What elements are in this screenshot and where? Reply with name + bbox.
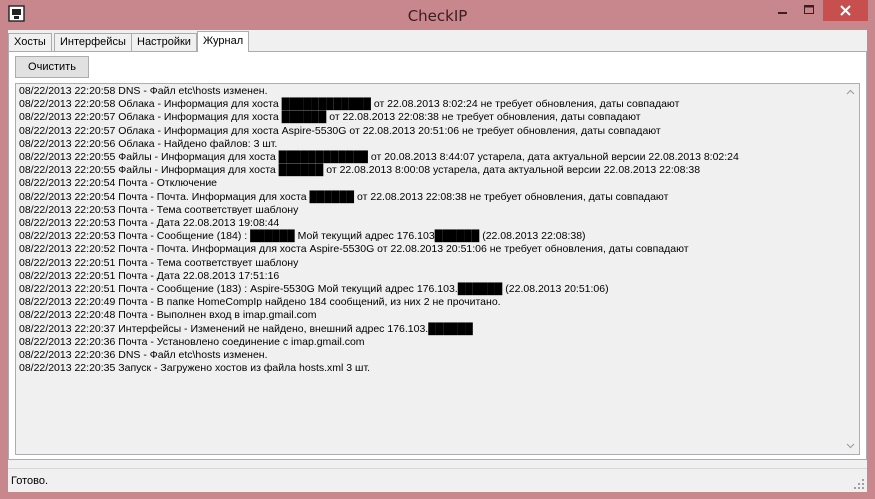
main-window: Хосты Интерфейсы Настройки Журнал Очисти… — [8, 30, 867, 492]
log-line: 08/22/2013 22:20:51 Почта - Сообщение (1… — [19, 283, 609, 296]
tab-interfaces[interactable]: Интерфейсы — [54, 33, 132, 51]
log-line: 08/22/2013 22:20:36 Почта - Установлено … — [19, 335, 365, 348]
title-bar[interactable]: CheckIP — [0, 0, 875, 30]
log-line: 08/22/2013 22:20:54 Почта - Отключение — [19, 177, 218, 190]
log-line: 08/22/2013 22:20:52 Почта - Почта. Инфор… — [19, 243, 689, 256]
chevron-down-icon — [846, 443, 855, 449]
maximize-button[interactable] — [796, 0, 822, 21]
scroll-up-button[interactable] — [842, 84, 859, 101]
log-line: 08/22/2013 22:20:56 Облака - Найдено фай… — [19, 137, 278, 150]
log-line: 08/22/2013 22:20:37 Интерфейсы - Изменен… — [19, 322, 473, 335]
tab-journal[interactable]: Журнал — [197, 31, 250, 52]
log-line: 08/22/2013 22:20:57 Облака - Информация … — [19, 111, 641, 124]
tab-settings[interactable]: Настройки — [131, 33, 197, 51]
log-line: 08/22/2013 22:20:49 Почта - В папке Home… — [19, 296, 501, 309]
log-lines: 08/22/2013 22:20:58 DNS - Файл etc\hosts… — [19, 85, 841, 375]
clear-button[interactable]: Очистить — [15, 56, 89, 78]
log-line: 08/22/2013 22:20:55 Файлы - Информация д… — [19, 151, 739, 164]
vertical-scrollbar[interactable] — [842, 84, 859, 454]
status-text: Готово. — [11, 475, 49, 487]
maximize-icon — [804, 5, 814, 14]
log-line: 08/22/2013 22:20:53 Почта - Сообщение (1… — [19, 230, 586, 243]
log-line: 08/22/2013 22:20:35 Запуск - Загружено х… — [19, 362, 371, 375]
log-line: 08/22/2013 22:20:55 Файлы - Информация д… — [19, 164, 701, 177]
log-line: 08/22/2013 22:20:51 Почта - Тема соответ… — [19, 256, 299, 269]
scroll-down-button[interactable] — [842, 437, 859, 454]
chevron-up-icon — [846, 89, 855, 95]
minimize-button[interactable] — [769, 0, 796, 21]
log-line: 08/22/2013 22:20:58 Облака - Информация … — [19, 98, 680, 111]
tab-strip: Хосты Интерфейсы Настройки Журнал — [8, 30, 867, 52]
log-line: 08/22/2013 22:20:54 Почта - Почта. Инфор… — [19, 190, 669, 203]
journal-panel: Очистить 08/22/2013 22:20:58 DNS - Файл … — [8, 51, 867, 460]
log-textbox[interactable]: 08/22/2013 22:20:58 DNS - Файл etc\hosts… — [15, 83, 860, 455]
tab-hosts[interactable]: Хосты — [8, 33, 52, 51]
resize-grip-icon[interactable] — [853, 478, 865, 490]
log-line: 08/22/2013 22:20:58 DNS - Файл etc\hosts… — [19, 85, 268, 97]
close-icon — [840, 5, 851, 16]
window-title: CheckIP — [407, 7, 468, 25]
close-button[interactable] — [823, 0, 868, 21]
log-line: 08/22/2013 22:20:51 Почта - Дата 22.08.2… — [19, 269, 280, 282]
log-line: 08/22/2013 22:20:53 Почта - Тема соответ… — [19, 203, 299, 216]
log-line: 08/22/2013 22:20:48 Почта - Выполнен вхо… — [19, 309, 317, 322]
log-line: 08/22/2013 22:20:53 Почта - Дата 22.08.2… — [19, 217, 280, 230]
log-line: 08/22/2013 22:20:36 DNS - Файл etc\hosts… — [19, 349, 268, 362]
log-line: 08/22/2013 22:20:57 Облака - Информация … — [19, 124, 661, 137]
status-bar: Готово. — [8, 468, 867, 492]
minimize-icon — [778, 12, 787, 14]
